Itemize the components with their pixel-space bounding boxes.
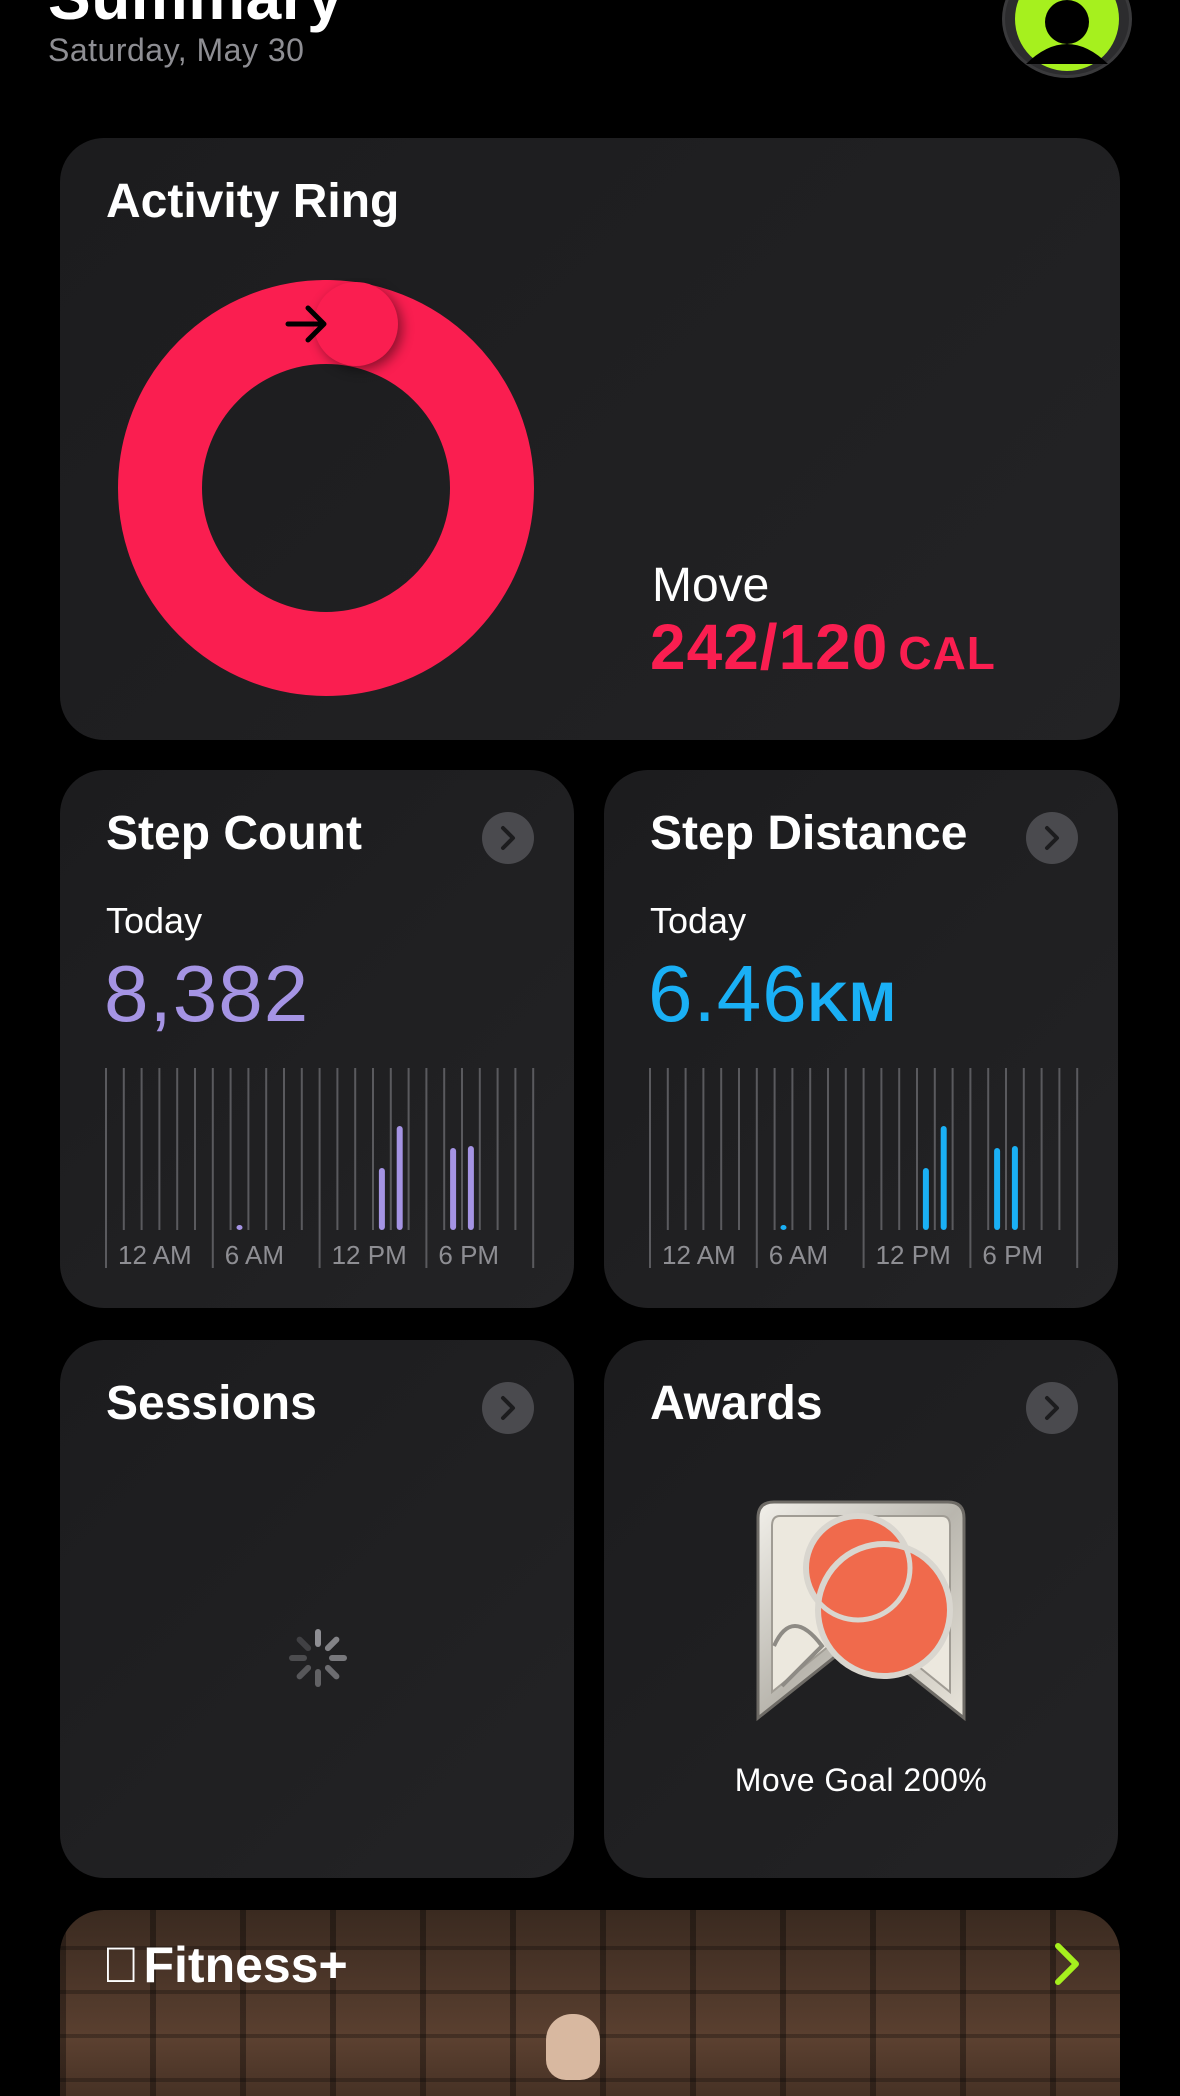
award-name: Move Goal 200% [734, 1762, 988, 1798]
hourly-distance-chart: 12 AM 6 AM 12 PM 6 PM [649, 1068, 1079, 1268]
card-title: Step Count [106, 807, 362, 860]
hour-bar [940, 1126, 947, 1230]
card-title: Activity Ring [106, 175, 400, 228]
card-title: Step Distance [650, 807, 968, 860]
axis-label: 12 PM [332, 1240, 407, 1268]
hour-bar [378, 1168, 385, 1230]
chevron-right-icon [501, 1396, 515, 1420]
axis-label: 6 AM [225, 1240, 284, 1268]
hourly-steps-chart: 12 AM 6 AM 12 PM 6 PM [105, 1068, 535, 1268]
move-value: 242/120 CAL [650, 610, 996, 684]
hour-bar [450, 1148, 457, 1230]
spinner-icon [289, 1629, 347, 1687]
period-label: Today [650, 900, 747, 941]
hour-bar [467, 1146, 474, 1230]
date-label: Saturday, May 30 [48, 32, 305, 68]
chevron-right-button[interactable] [1026, 812, 1078, 864]
distance-number: 6.46 [648, 949, 808, 1038]
page-title: Summary [48, 0, 343, 34]
fitness-plus-label: Fitness+ [106, 1937, 348, 1993]
axis-label: 12 AM [662, 1240, 736, 1268]
hour-bar [994, 1148, 1001, 1230]
step-count-value: 8,382 [104, 949, 310, 1038]
hour-bar [1011, 1146, 1018, 1230]
move-unit: CAL [898, 627, 996, 679]
card-title: Sessions [106, 1377, 317, 1430]
person-icon [1015, 0, 1119, 71]
chevron-right-icon [1045, 1396, 1059, 1420]
awards-card[interactable]: Awards Move Goal 200% [604, 1340, 1118, 1878]
axis-label: 12 PM [876, 1240, 951, 1268]
period-label: Today [106, 900, 203, 941]
chevron-right-button[interactable] [482, 812, 534, 864]
award-badge-icon [756, 1500, 966, 1722]
hour-bar [922, 1168, 929, 1230]
fitness-plus-card[interactable]:  Fitness+ [60, 1910, 1120, 2096]
sessions-card[interactable]: Sessions [60, 1340, 574, 1878]
hour-bar [780, 1225, 787, 1230]
fitness-plus-brand:  Fitness+ [102, 1936, 348, 1994]
step-distance-card[interactable]: Step Distance Today 6.46KM 12 AM 6 AM 12 P… [604, 770, 1118, 1308]
move-value-number: 242/120 [650, 611, 889, 683]
chevron-right-button[interactable] [1026, 1382, 1078, 1434]
step-distance-value: 6.46KM [648, 948, 897, 1040]
chevron-right-button[interactable] [482, 1382, 534, 1434]
axis-label: 12 AM [118, 1240, 192, 1268]
hour-bar [236, 1225, 243, 1230]
avatar[interactable] [1002, 0, 1132, 78]
step-count-card[interactable]: Step Count Today 8,382 12 AM 6 AM 12 PM 6 P… [60, 770, 574, 1308]
axis-label: 6 AM [769, 1240, 828, 1268]
apple-logo-icon:  [102, 1936, 140, 1994]
axis-label: 6 PM [982, 1240, 1043, 1268]
chevron-right-icon[interactable] [1052, 1942, 1082, 1986]
hour-bar [396, 1126, 403, 1230]
trainer-image [546, 2014, 600, 2080]
distance-unit: KM [807, 970, 897, 1033]
move-label: Move [652, 559, 770, 612]
axis-label: 6 PM [438, 1240, 499, 1268]
chevron-right-icon [1045, 826, 1059, 850]
move-ring [118, 280, 534, 696]
chevron-right-icon [501, 826, 515, 850]
card-title: Awards [650, 1377, 823, 1430]
